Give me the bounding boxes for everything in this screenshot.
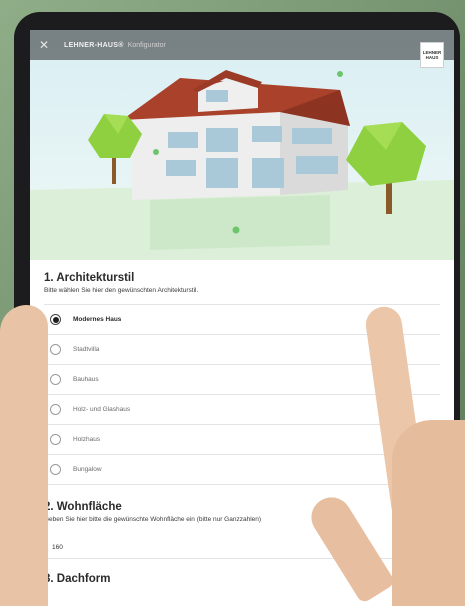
section-subtitle-architekturstil: Bitte wählen Sie hier den gewünschten Ar… — [44, 287, 199, 294]
radio-selected[interactable] — [50, 314, 61, 325]
option-label: Modernes Haus — [73, 316, 122, 323]
app-subtitle: Konfigurator — [127, 41, 166, 49]
brand-name: LEHNER-HAUS® — [64, 41, 124, 49]
section-title-wohnflaeche: 2. Wohnfläche — [44, 501, 122, 513]
option-label: Holzhaus — [73, 436, 101, 443]
radio-unselected[interactable] — [50, 464, 61, 475]
option-bungalow[interactable]: Bungalow — [44, 455, 440, 485]
radio-unselected[interactable] — [50, 344, 61, 355]
section-subtitle-wohnflaeche: Geben Sie hier bitte die gewünschte Wohn… — [44, 516, 262, 523]
option-label: Holz- und Glashaus — [73, 406, 131, 413]
house-illustration — [30, 30, 454, 260]
option-label: Bungalow — [73, 466, 102, 473]
logo-line-2: HAUS — [425, 55, 439, 60]
section-title-architekturstil: 1. Architekturstil — [44, 272, 135, 284]
option-label: Bauhaus — [73, 376, 99, 383]
left-hand — [0, 305, 48, 606]
close-icon[interactable]: ✕ — [36, 38, 52, 52]
radio-unselected[interactable] — [50, 404, 61, 415]
right-hand-palm — [392, 420, 465, 606]
radio-unselected[interactable] — [50, 374, 61, 385]
hotspot-dot — [232, 226, 240, 234]
lehner-haus-logo: LEHNER HAUS — [420, 42, 444, 68]
option-label: Stadtvilla — [73, 346, 100, 353]
radio-unselected[interactable] — [50, 434, 61, 445]
wohnflaeche-input[interactable]: 160 — [44, 537, 440, 559]
app-top-bar: ✕ LEHNER-HAUS® Konfigurator — [30, 30, 454, 60]
